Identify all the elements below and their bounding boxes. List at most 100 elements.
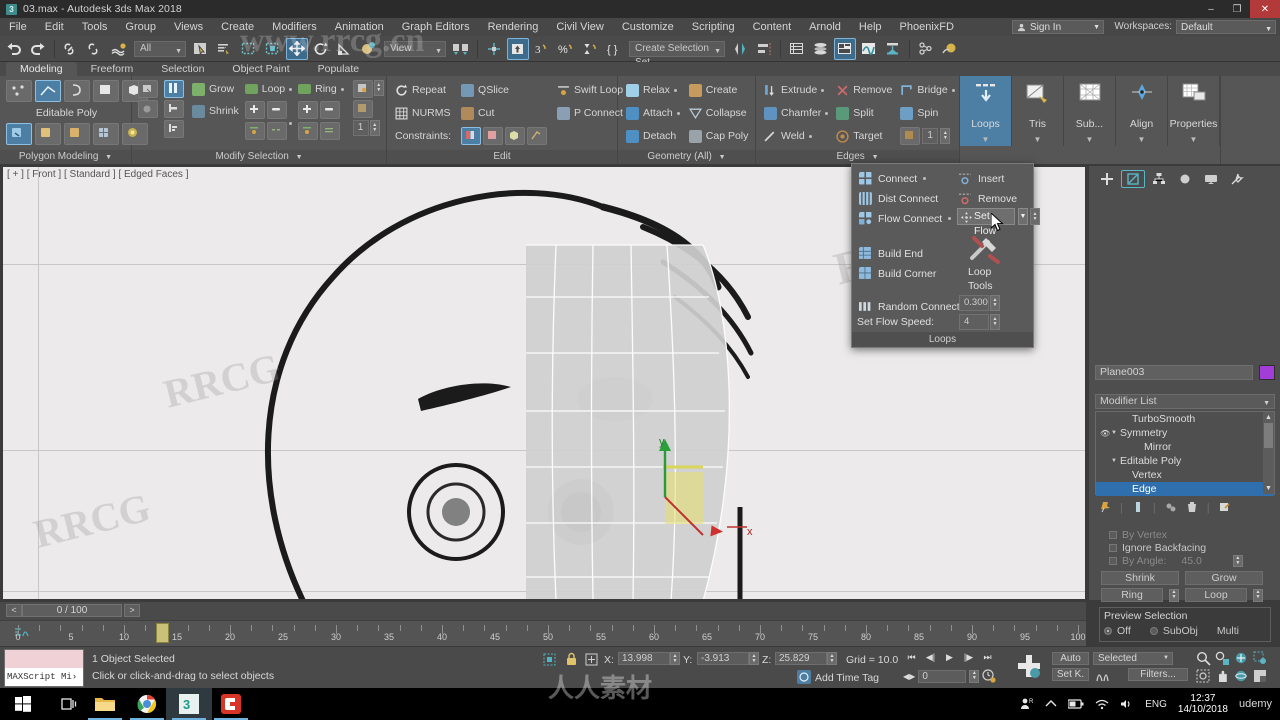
- create-tab[interactable]: [1095, 170, 1119, 188]
- window-crossing-button[interactable]: [262, 38, 284, 60]
- goto-end-button[interactable]: ⏭: [979, 650, 996, 665]
- by-angle-spinner[interactable]: ▲ ▼: [1232, 554, 1243, 567]
- select-similar-button[interactable]: [138, 100, 158, 118]
- loop-dotted-button[interactable]: [266, 122, 287, 140]
- relax-button[interactable]: Relax: [626, 81, 680, 99]
- ring-shift-button[interactable]: [298, 122, 319, 140]
- x-field[interactable]: 13.998: [618, 652, 670, 665]
- chevron-down-icon[interactable]: ▼: [1093, 24, 1100, 31]
- menu-item-arnold[interactable]: Arnold: [800, 18, 850, 36]
- chevron-down-icon[interactable]: ▼: [1263, 397, 1270, 410]
- object-name-field[interactable]: Plane003: [1095, 365, 1253, 380]
- scroll-down-arrow-icon[interactable]: ▼: [1263, 483, 1274, 494]
- menu-item-modifiers[interactable]: Modifiers: [263, 18, 326, 36]
- collapse-button[interactable]: Collapse: [688, 104, 749, 122]
- build-corner-menu-item[interactable]: Build Corner: [852, 265, 936, 282]
- menu-item-content[interactable]: Content: [744, 18, 801, 36]
- by-angle-checkbox[interactable]: [1109, 556, 1117, 565]
- hierarchy-tab[interactable]: [1147, 170, 1171, 188]
- nurms-button[interactable]: NURMS: [395, 104, 451, 122]
- start-button[interactable]: [0, 688, 46, 720]
- eye-icon[interactable]: 👁: [1100, 429, 1111, 438]
- align-button[interactable]: [753, 38, 775, 60]
- insert-menu-item[interactable]: Insert: [952, 170, 1004, 187]
- ribbon-panel-title[interactable]: Polygon Modeling ▼: [0, 150, 131, 164]
- scroll-up-arrow-icon[interactable]: ▲: [1263, 412, 1274, 423]
- snaps-toggle-button[interactable]: [507, 37, 529, 60]
- reference-coordinate-select[interactable]: View ▼: [384, 40, 446, 59]
- ring-button[interactable]: Ring: [298, 80, 344, 98]
- scene-explorer-button[interactable]: [810, 38, 832, 60]
- repeat-button[interactable]: Repeat: [395, 81, 451, 99]
- next-frame-button[interactable]: |▶: [960, 650, 977, 665]
- ribbon-panel-title[interactable]: Edit: [387, 150, 617, 164]
- ribbon-panel-title[interactable]: Edges ▼: [756, 150, 959, 164]
- select-and-scale-button[interactable]: [334, 38, 356, 60]
- percent-snap-toggle-button[interactable]: %: [555, 38, 577, 60]
- key-filter-select[interactable]: Selected ▼: [1093, 652, 1173, 665]
- dropdown-dot-icon[interactable]: [825, 111, 829, 115]
- edit-named-selection-sets-button[interactable]: { }: [603, 38, 625, 60]
- chevron-down-icon[interactable]: ▼: [714, 45, 721, 59]
- menu-item-tools[interactable]: Tools: [73, 18, 117, 36]
- ribbon-button-properties[interactable]: Properties ▼: [1168, 76, 1220, 146]
- store-selection-button[interactable]: [352, 100, 373, 118]
- pan-view-icon[interactable]: [1215, 669, 1230, 684]
- ribbon-panel-title[interactable]: Geometry (All) ▼: [618, 150, 755, 164]
- selection-filter-select[interactable]: All ▼: [134, 40, 186, 57]
- ribbon-button-tris[interactable]: Tris ▼: [1012, 76, 1064, 146]
- schematic-view-button[interactable]: [882, 38, 904, 60]
- absolute-relative-mode-icon[interactable]: [585, 653, 598, 666]
- select-by-name-button[interactable]: [214, 38, 236, 60]
- loop-grow-button[interactable]: [244, 101, 265, 119]
- set-key-button[interactable]: [1016, 653, 1042, 679]
- split-button[interactable]: Split: [836, 104, 892, 122]
- ribbon-button-align[interactable]: Align ▼: [1116, 76, 1168, 146]
- chevron-down-icon[interactable]: ▼: [435, 45, 442, 59]
- selection-index-field[interactable]: 1: [352, 120, 369, 136]
- selection-lock-region-icon[interactable]: [543, 653, 556, 666]
- dropdown-dot-icon[interactable]: [821, 88, 825, 92]
- modifier-stack-item-symmetry[interactable]: 👁▼Symmetry◁: [1096, 426, 1274, 440]
- chevron-down-icon[interactable]: ▼: [1138, 135, 1146, 144]
- show-hidden-icons-icon[interactable]: [1045, 698, 1057, 710]
- shrink-button[interactable]: Shrink: [192, 102, 239, 120]
- modifier-stack-item-mirror[interactable]: Mirror◁: [1096, 440, 1274, 454]
- ribbon-button-sub[interactable]: Sub... ▼: [1064, 76, 1116, 146]
- zoom-region-icon[interactable]: [1253, 651, 1268, 666]
- y-spinner[interactable]: ▲ ▼: [749, 652, 759, 665]
- current-frame-display[interactable]: 0 / 100: [22, 604, 122, 617]
- language-indicator[interactable]: ENG: [1145, 699, 1167, 710]
- chrome-button[interactable]: [124, 688, 170, 720]
- ribbon-toggle-button[interactable]: [834, 37, 856, 60]
- rectangular-selection-region-button[interactable]: [238, 38, 260, 60]
- edge-count-field[interactable]: 1: [922, 128, 939, 144]
- random-connect-menu-item[interactable]: Random Connect: [852, 298, 969, 315]
- ribbon-tab-object-paint[interactable]: Object Paint: [218, 62, 303, 76]
- ring-spinner[interactable]: ▲ ▼: [1169, 588, 1179, 602]
- chevron-down-icon[interactable]: ▼: [1086, 135, 1094, 144]
- menu-item-create[interactable]: Create: [212, 18, 263, 36]
- object-color-swatch[interactable]: [1259, 365, 1275, 380]
- selection-lock-icon[interactable]: [566, 652, 577, 666]
- shrink-button[interactable]: Shrink: [1101, 571, 1179, 585]
- minimize-button[interactable]: –: [1198, 0, 1224, 18]
- chevron-down-icon[interactable]: ▼: [296, 154, 303, 161]
- layer-explorer-button[interactable]: [786, 38, 808, 60]
- utilities-tab[interactable]: [1225, 170, 1249, 188]
- modifier-list-select[interactable]: Modifier List ▼: [1095, 394, 1275, 409]
- build-end-menu-item[interactable]: Build End: [852, 245, 923, 262]
- time-configuration-icon[interactable]: [982, 669, 996, 683]
- spin-button[interactable]: Spin: [900, 104, 954, 122]
- goto-start-button[interactable]: ⏮: [903, 650, 920, 665]
- fill-button[interactable]: [164, 80, 184, 98]
- lock-spinner[interactable]: ▲ ▼: [373, 80, 384, 96]
- ribbon-tab-freeform[interactable]: Freeform: [77, 62, 148, 76]
- make-unique-icon[interactable]: [1165, 501, 1177, 516]
- chevron-down-icon[interactable]: ▼: [1190, 135, 1198, 144]
- qslice-button[interactable]: QSlice: [461, 81, 547, 99]
- random-connect-value-field[interactable]: 0.300: [959, 295, 989, 311]
- repeat-last-button[interactable]: [35, 123, 61, 145]
- weld-button[interactable]: Weld: [764, 127, 828, 145]
- menu-item-edit[interactable]: Edit: [36, 18, 73, 36]
